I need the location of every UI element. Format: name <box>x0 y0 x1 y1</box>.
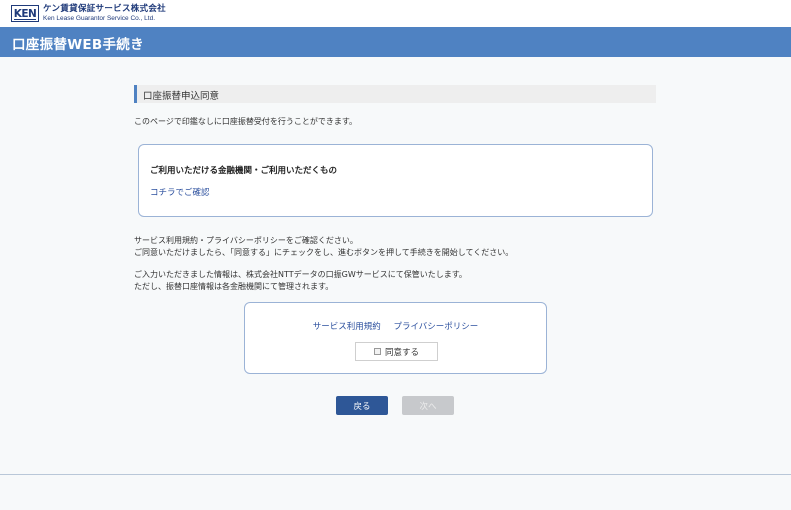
page-title: 口座振替WEB手続き <box>12 37 144 53</box>
agree-checkbox-control[interactable]: 同意する <box>355 342 438 361</box>
company-name: ケン賃貸保証サービス株式会社 Ken Lease Guarantor Servi… <box>43 5 166 22</box>
back-button[interactable]: 戻る <box>336 396 388 415</box>
section-heading: 口座振替申込同意 <box>134 85 656 103</box>
footer <box>0 475 791 510</box>
privacy-policy-link[interactable]: プライバシーポリシー <box>393 322 478 332</box>
confirm-here-link[interactable]: コチラでご確認 <box>150 186 210 198</box>
company-logo[interactable]: KEN ケン賃貸保証サービス株式会社 Ken Lease Guarantor S… <box>11 5 166 22</box>
note-line-1: サービス利用規約・プライバシーポリシーをご確認ください。 <box>134 236 358 245</box>
title-bar: 口座振替WEB手続き <box>0 27 791 57</box>
next-button[interactable]: 次へ <box>402 396 454 415</box>
company-name-en: Ken Lease Guarantor Service Co., Ltd. <box>43 14 156 22</box>
section-heading-label: 口座振替申込同意 <box>143 91 220 102</box>
available-institutions-box: ご利用いただける金融機関・ご利用いただくもの コチラでご確認 <box>138 144 653 217</box>
note-line-2: ご同意いただけましたら、「同意する」にチェックをし、進むボタンを押して手続きを開… <box>134 248 514 257</box>
intro-text: このページで印鑑なしに口座振替受付を行うことができます。 <box>134 117 358 126</box>
agreement-box: サービス利用規約 プライバシーポリシー 同意する <box>244 302 547 374</box>
ken-logo-mark: KEN <box>11 5 39 22</box>
note-line-4: ただし、振替口座情報は各金融機関にて管理されます。 <box>134 282 334 291</box>
policy-links: サービス利用規約 プライバシーポリシー <box>245 320 546 332</box>
agree-label: 同意する <box>384 347 419 358</box>
top-header: KEN ケン賃貸保証サービス株式会社 Ken Lease Guarantor S… <box>0 0 791 27</box>
company-name-jp: ケン賃貸保証サービス株式会社 <box>43 4 166 14</box>
info-box-title: ご利用いただける金融機関・ご利用いただくもの <box>150 166 338 176</box>
terms-of-service-link[interactable]: サービス利用規約 <box>313 322 381 332</box>
note-line-3: ご入力いただきました情報は、株式会社NTTデータの口振GWサービスにて保管いたし… <box>134 270 467 279</box>
agree-checkbox[interactable] <box>373 348 381 355</box>
